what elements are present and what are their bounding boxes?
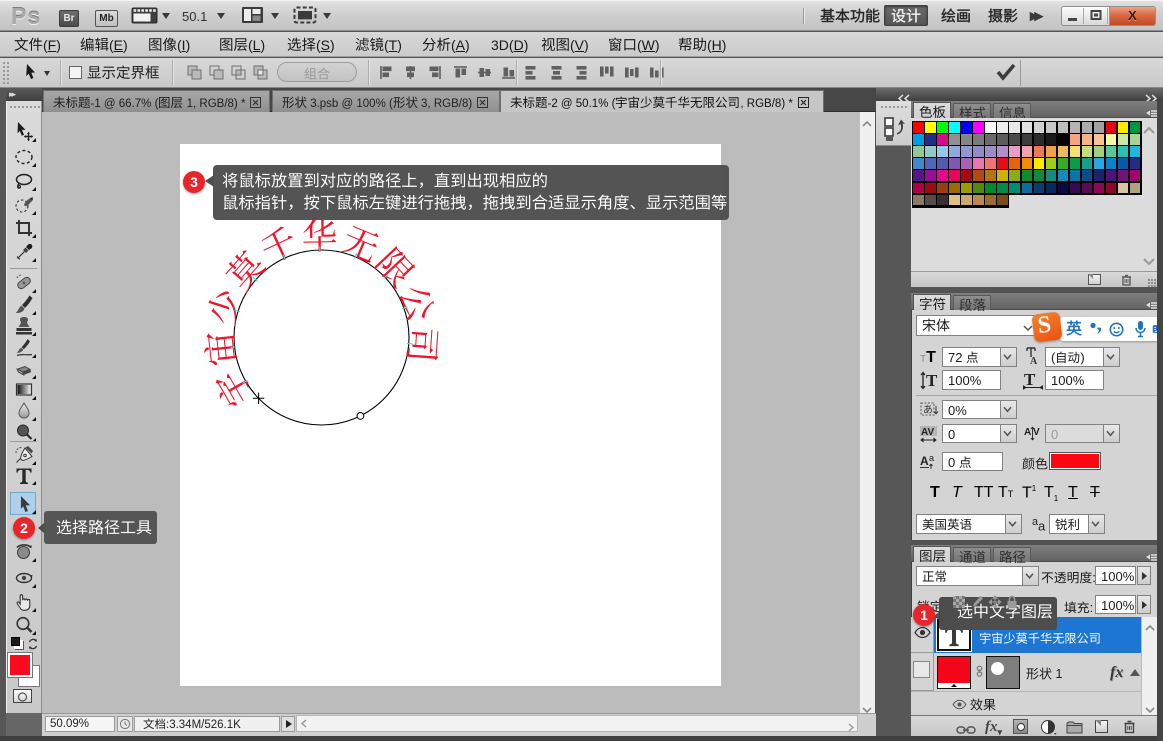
svg-text:T: T	[926, 371, 938, 390]
svg-text:あ: あ	[923, 404, 933, 416]
svg-text:A: A	[1030, 356, 1038, 366]
svg-text:T: T	[1024, 371, 1036, 389]
svg-text:A: A	[920, 454, 929, 468]
svg-text:a: a	[929, 453, 934, 463]
svg-text:AV: AV	[921, 427, 934, 438]
svg-text:A: A	[1024, 427, 1031, 438]
